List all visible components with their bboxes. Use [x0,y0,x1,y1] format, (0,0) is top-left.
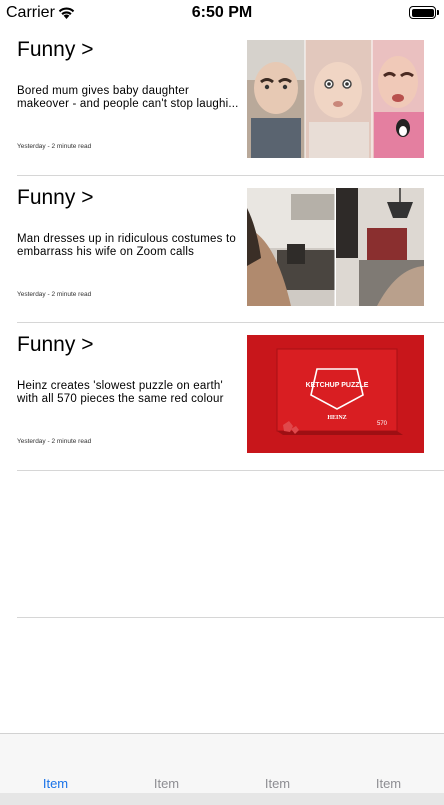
article-meta: Yesterday - 2 minute read [17,438,92,445]
article-thumbnail-baby[interactable] [247,40,424,158]
article-meta: Yesterday - 2 minute read [17,143,92,150]
puzzle-count: 570 [377,421,388,427]
category-link[interactable]: Funny > [17,186,93,210]
article-title: Heinz creates 'slowest puzzle on earth' … [17,380,224,405]
tab-item-1[interactable]: Item [0,776,111,791]
tab-bar: Item Item Item Item [0,733,444,793]
status-bar: Carrier 6:50 PM [0,0,444,28]
article-title: Bored mum gives baby daughter makeover -… [17,85,239,110]
tab-item-4[interactable]: Item [333,776,444,791]
home-indicator-area [0,793,444,805]
article-feed[interactable]: Funny > Bored mum gives baby daughter ma… [0,28,444,618]
article-meta: Yesterday - 2 minute read [17,290,92,298]
empty-row [17,471,444,618]
battery-icon [409,6,439,19]
article-card[interactable]: Funny > Bored mum gives baby daughter ma… [17,28,444,176]
puzzle-box-title: KETCHUP PUZZLE [306,382,369,389]
tab-item-2[interactable]: Item [111,776,222,791]
article-thumbnail-zoom[interactable] [247,187,424,306]
category-link[interactable]: Funny > [17,333,93,357]
article-card[interactable]: Funny > Heinz creates 'slowest puzzle on… [17,323,444,471]
clock: 6:50 PM [191,4,253,21]
category-link[interactable]: Funny > [17,38,93,62]
puzzle-brand: HEINZ [327,415,346,421]
article-card[interactable]: Funny > Man dresses up in ridiculous cos… [17,176,444,323]
article-thumbnail-puzzle[interactable]: KETCHUP PUZZLE HEINZ 570 [247,335,424,453]
tab-item-3[interactable]: Item [222,776,333,791]
article-title: Man dresses up in ridiculous costumes to… [17,232,236,258]
